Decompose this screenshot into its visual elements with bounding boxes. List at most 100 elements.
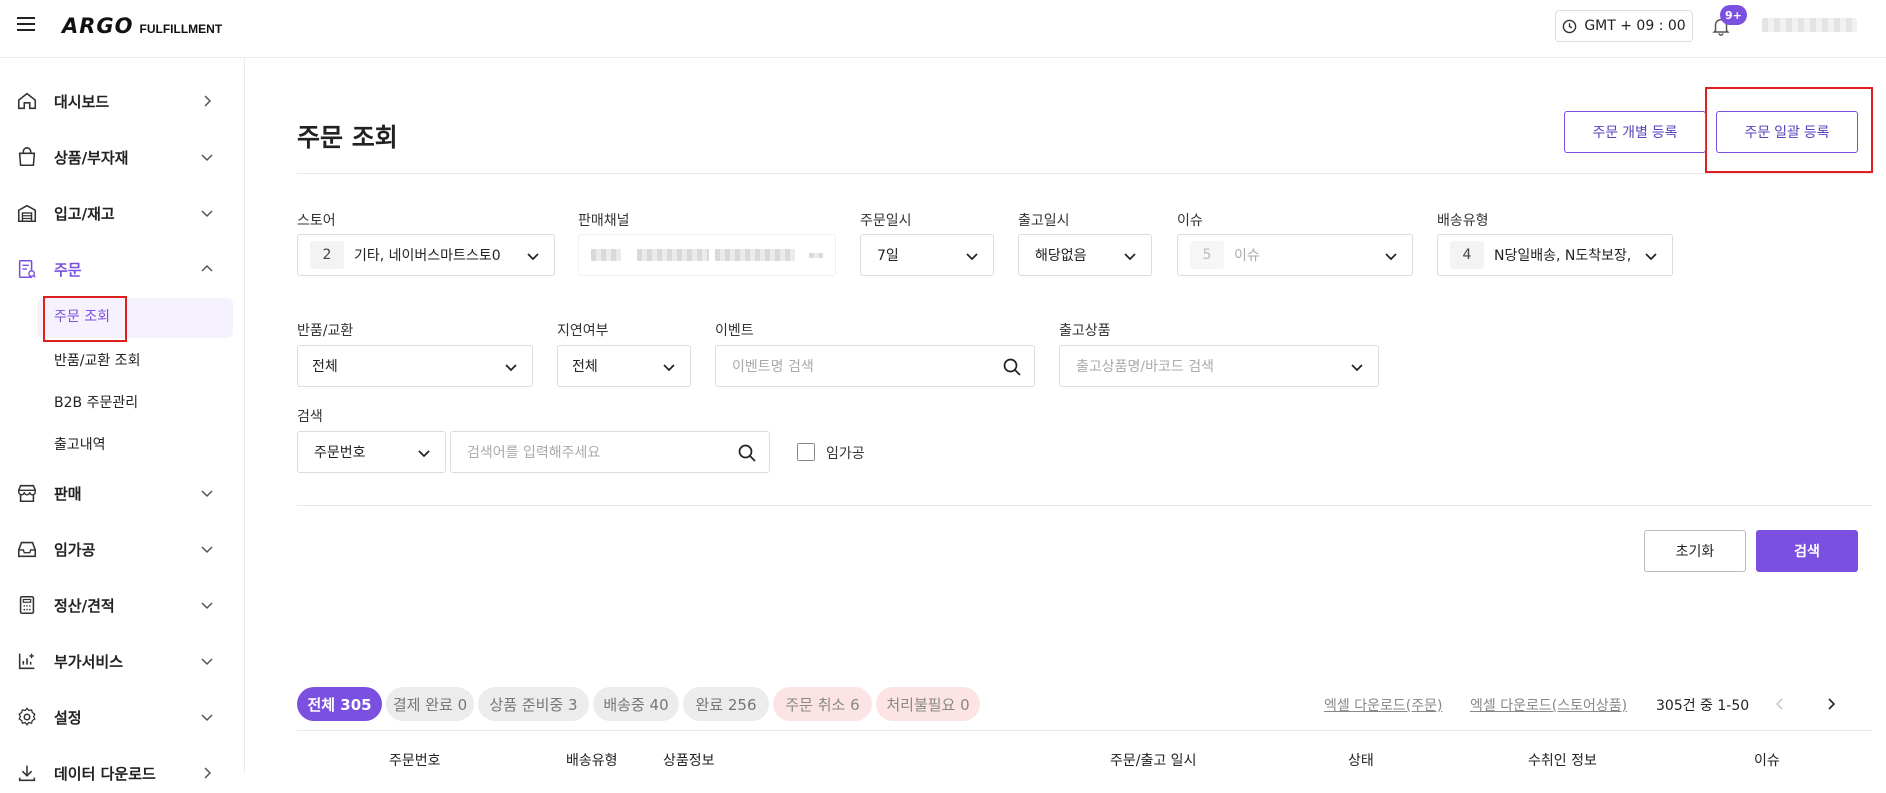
outbound-product-select[interactable]: 출고상품명/바코드 검색: [1059, 345, 1379, 387]
clock-icon: [1563, 19, 1577, 33]
status-tab-cancelled[interactable]: 주문 취소 6: [773, 687, 872, 721]
delivery-type-select[interactable]: 4 N당일배송, N도착보장,: [1437, 234, 1673, 276]
chevron-down-icon: [201, 210, 213, 218]
sidebar-subitem-label: 주문 조회: [54, 309, 110, 325]
search-icon[interactable]: [1002, 357, 1022, 377]
search-type-select[interactable]: 주문번호: [297, 431, 446, 473]
chevron-left-icon[interactable]: [1772, 696, 1788, 712]
chevron-down-icon: [1385, 253, 1397, 261]
menu-icon[interactable]: [17, 17, 35, 31]
search-placeholder: 검색어를 입력해주세요: [467, 445, 601, 461]
chevron-down-icon: [1124, 253, 1136, 261]
delay-value: 전체: [572, 359, 598, 375]
blurred-content: [809, 252, 823, 258]
sidebar-subitem-order-lookup[interactable]: 주문 조회: [0, 298, 245, 338]
chevron-right-icon: [204, 767, 212, 779]
chevron-right-icon[interactable]: [1823, 696, 1839, 712]
sidebar-item-extra-services[interactable]: 부가서비스: [0, 641, 245, 681]
search-icon[interactable]: [737, 443, 757, 463]
delay-label: 지연여부: [557, 323, 609, 339]
sidebar-item-dashboard[interactable]: 대시보드: [0, 81, 245, 121]
search-input[interactable]: 검색어를 입력해주세요: [450, 431, 770, 473]
column-header-order-number: 주문번호: [389, 753, 441, 769]
column-header-issue: 이슈: [1754, 753, 1780, 769]
store-count: 2: [310, 241, 344, 269]
sidebar-item-label: 임가공: [54, 540, 96, 559]
title-divider: [297, 173, 1872, 174]
sidebar-item-data-download[interactable]: 데이터 다운로드: [0, 753, 245, 793]
issue-count: 5: [1190, 241, 1224, 269]
status-tab-preparing[interactable]: 상품 준비중 3: [478, 687, 589, 721]
sidebar-item-processing[interactable]: 임가공: [0, 529, 245, 569]
search-button[interactable]: 검색: [1756, 530, 1858, 572]
return-exchange-label: 반품/교환: [297, 323, 354, 339]
store-select[interactable]: 2 기타, 네이버스마트스토0: [297, 234, 555, 276]
processing-checkbox[interactable]: [797, 443, 815, 461]
sidebar-item-settings[interactable]: 설정: [0, 697, 245, 737]
gear-icon: [18, 707, 36, 726]
status-tab-paid[interactable]: 결제 완료 0: [386, 687, 474, 721]
chevron-down-icon: [527, 253, 539, 261]
chevron-up-icon: [201, 264, 213, 272]
sidebar-item-inbound[interactable]: 입고/재고: [0, 193, 245, 233]
column-header-status: 상태: [1348, 753, 1374, 769]
ship-date-label: 출고일시: [1018, 213, 1070, 229]
sidebar-subitem-label: B2B 주문관리: [54, 395, 139, 411]
delay-select[interactable]: 전체: [557, 345, 691, 387]
excel-download-store-link[interactable]: 엑셀 다운로드(스토어상품): [1470, 695, 1627, 715]
status-tab-shipping[interactable]: 배송중 40: [593, 687, 679, 721]
status-tab-complete[interactable]: 완료 256: [683, 687, 769, 721]
shopping-bag-icon: [18, 147, 36, 167]
sidebar-item-label: 판매: [54, 484, 82, 503]
outbound-product-placeholder: 출고상품명/바코드 검색: [1076, 359, 1214, 375]
channel-label: 판매채널: [578, 213, 630, 229]
blurred-content: [637, 249, 709, 261]
pagination-info: 305건 중 1-50: [1656, 698, 1750, 714]
chevron-down-icon: [201, 658, 213, 666]
excel-download-orders-link[interactable]: 엑셀 다운로드(주문): [1324, 695, 1442, 715]
sidebar-subitem-shipments[interactable]: 출고내역: [0, 426, 245, 462]
filter-divider: [297, 505, 1872, 506]
status-tab-no-processing[interactable]: 처리불필요 0: [876, 687, 980, 721]
ship-date-value: 해당없음: [1035, 248, 1087, 264]
timezone-button[interactable]: GMT + 09 : 00: [1555, 10, 1693, 42]
return-exchange-value: 전체: [312, 359, 338, 375]
logo[interactable]: ARGO FULFILLMENT: [62, 14, 222, 38]
event-search-input[interactable]: 이벤트명 검색: [715, 345, 1035, 387]
chevron-down-icon: [505, 364, 517, 372]
sidebar-item-sales[interactable]: 판매: [0, 473, 245, 513]
reset-button[interactable]: 초기화: [1644, 530, 1746, 572]
sidebar-item-orders[interactable]: 주문: [0, 249, 245, 289]
main-content: 주문 조회 주문 개별 등록 주문 일괄 등록 스토어 2 기타, 네이버스마트…: [246, 58, 1886, 773]
sidebar-item-products[interactable]: 상품/부자재: [0, 137, 245, 177]
channel-select[interactable]: [578, 234, 836, 276]
column-header-order-ship-date: 주문/출고 일시: [1110, 753, 1197, 769]
tray-icon: [17, 541, 37, 558]
delivery-count: 4: [1450, 241, 1484, 269]
logo-sub: FULFILLMENT: [139, 22, 223, 36]
return-exchange-select[interactable]: 전체: [297, 345, 533, 387]
order-date-label: 주문일시: [860, 213, 912, 229]
chevron-right-icon: [204, 95, 212, 107]
register-individual-button[interactable]: 주문 개별 등록: [1564, 111, 1706, 153]
chevron-down-icon: [663, 364, 675, 372]
outbound-product-label: 출고상품: [1059, 323, 1111, 339]
status-tab-all[interactable]: 전체 305: [297, 687, 382, 721]
processing-label: 임가공: [826, 446, 865, 462]
sidebar-item-label: 주문: [54, 260, 82, 279]
order-date-select[interactable]: 7일: [860, 234, 994, 276]
sidebar-subitem-b2b[interactable]: B2B 주문관리: [0, 384, 245, 420]
column-header-delivery-type: 배송유형: [566, 753, 618, 769]
sidebar-item-settlement[interactable]: 정산/견적: [0, 585, 245, 625]
sidebar-subitem-return-lookup[interactable]: 반품/교환 조회: [0, 342, 245, 378]
issue-select[interactable]: 5 이슈: [1177, 234, 1413, 276]
order-date-value: 7일: [877, 248, 899, 264]
event-placeholder: 이벤트명 검색: [732, 359, 814, 375]
register-bulk-button[interactable]: 주문 일괄 등록: [1716, 111, 1858, 153]
search-label: 검색: [297, 409, 323, 425]
chart-plus-icon: [18, 653, 35, 670]
column-header-recipient: 수취인 정보: [1528, 753, 1597, 769]
table-header-divider: [297, 730, 1872, 731]
ship-date-select[interactable]: 해당없음: [1018, 234, 1152, 276]
user-menu[interactable]: [1762, 18, 1857, 32]
